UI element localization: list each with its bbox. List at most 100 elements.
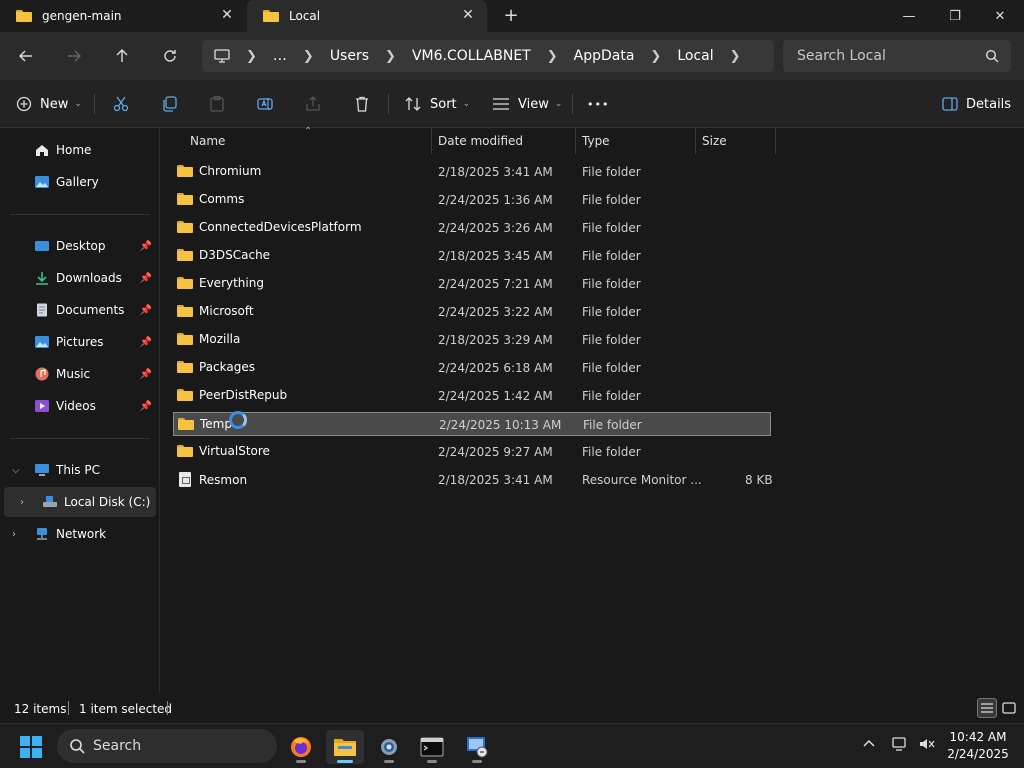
pin-icon[interactable]: 📌 xyxy=(140,273,152,284)
table-row[interactable]: Mozilla 2/18/2025 3:29 AM File folder xyxy=(173,328,771,352)
table-row[interactable]: Packages 2/24/2025 6:18 AM File folder xyxy=(173,356,771,380)
tab-close-icon[interactable]: ✕ xyxy=(220,8,234,22)
tab-gengen-main[interactable]: gengen-main ✕ xyxy=(0,0,246,32)
file-date: 2/18/2025 3:41 AM xyxy=(438,473,553,487)
view-button[interactable]: View ⌄ xyxy=(492,92,562,116)
sidebar-item-music[interactable]: Music 📌 xyxy=(4,359,156,389)
minimize-button[interactable]: — xyxy=(886,0,932,32)
back-button[interactable] xyxy=(14,44,38,68)
sidebar-item-videos[interactable]: Videos 📌 xyxy=(4,391,156,421)
sidebar-item-desktop[interactable]: Desktop 📌 xyxy=(4,231,156,261)
close-button[interactable]: ✕ xyxy=(977,0,1023,32)
breadcrumb-users[interactable]: Users xyxy=(330,48,369,64)
sidebar-item-downloads[interactable]: Downloads 📌 xyxy=(4,263,156,293)
address-bar[interactable]: ❯ … ❯ Users ❯ VM6.COLLABNET ❯ AppData ❯ … xyxy=(202,40,774,72)
table-row[interactable]: Resmon 2/18/2025 3:41 AM Resource Monitor … xyxy=(173,468,773,492)
more-options-button[interactable]: ••• xyxy=(587,92,609,116)
new-button[interactable]: New ⌄ xyxy=(16,92,82,116)
file-date: 2/24/2025 3:26 AM xyxy=(438,221,553,235)
sidebar-item-this-pc[interactable]: ⌵ This PC xyxy=(4,455,156,485)
chevron-right-icon[interactable]: › xyxy=(20,497,32,508)
running-indicator xyxy=(296,760,306,763)
pin-icon[interactable]: 📌 xyxy=(140,337,152,348)
taskbar-file-explorer[interactable] xyxy=(326,730,364,764)
details-button[interactable]: Details xyxy=(942,92,1011,116)
chevron-right-icon[interactable]: ❯ xyxy=(730,49,741,64)
pin-icon[interactable]: 📌 xyxy=(140,241,152,252)
breadcrumb-overflow[interactable]: … xyxy=(273,48,287,64)
pin-icon[interactable]: 📌 xyxy=(140,401,152,412)
column-header-name[interactable]: Name xyxy=(184,128,432,154)
delete-button[interactable] xyxy=(353,92,371,116)
volume-button[interactable] xyxy=(918,736,936,756)
breadcrumb-local[interactable]: Local xyxy=(677,48,713,64)
tab-close-icon[interactable]: ✕ xyxy=(461,8,475,22)
monitor-icon xyxy=(214,49,230,63)
table-row[interactable]: Chromium 2/18/2025 3:41 AM File folder xyxy=(173,160,771,184)
table-row[interactable]: Everything 2/24/2025 7:21 AM File folder xyxy=(173,272,771,296)
table-row[interactable]: ConnectedDevicesPlatform 2/24/2025 3:26 A… xyxy=(173,216,771,240)
new-tab-button[interactable]: + xyxy=(500,6,522,26)
column-header-date[interactable]: Date modified xyxy=(432,128,576,154)
taskbar-settings[interactable] xyxy=(370,730,408,764)
taskbar-firefox[interactable] xyxy=(282,730,320,764)
maximize-button[interactable]: ❐ xyxy=(932,0,978,32)
table-row[interactable]: D3DSCache 2/18/2025 3:45 AM File folder xyxy=(173,244,771,268)
network-status-button[interactable] xyxy=(892,736,910,756)
title-bar: gengen-main ✕ Local ✕ + — ❐ ✕ xyxy=(0,0,1024,32)
column-header-size[interactable]: Size xyxy=(696,128,776,154)
taskbar-resource-monitor[interactable] xyxy=(458,730,496,764)
cut-button[interactable] xyxy=(112,92,130,116)
breadcrumb-vm6[interactable]: VM6.COLLABNET xyxy=(412,48,531,64)
start-button[interactable] xyxy=(12,730,50,764)
running-indicator xyxy=(384,760,394,763)
taskbar-terminal[interactable] xyxy=(413,730,451,764)
folder-icon xyxy=(263,10,279,22)
table-row[interactable]: VirtualStore 2/24/2025 9:27 AM File folder xyxy=(173,440,771,464)
details-view-button[interactable] xyxy=(977,698,997,718)
table-row[interactable]: Temp 2/24/2025 10:13 AM File folder xyxy=(173,411,771,436)
pin-icon[interactable]: 📌 xyxy=(140,305,152,316)
file-date: 2/24/2025 1:42 AM xyxy=(438,389,553,403)
tab-local[interactable]: Local ✕ xyxy=(247,0,487,32)
sidebar-item-label: Local Disk (C:) xyxy=(64,495,151,509)
system-clock[interactable]: 10:42 AM 2/24/2025 xyxy=(946,729,1010,763)
up-button[interactable] xyxy=(110,44,134,68)
taskbar-search[interactable]: Search xyxy=(57,729,277,763)
chevron-right-icon: ❯ xyxy=(246,48,257,64)
sidebar-item-home[interactable]: Home xyxy=(4,135,156,165)
copy-button[interactable] xyxy=(161,92,179,116)
forward-button[interactable] xyxy=(62,44,86,68)
table-row[interactable]: Comms 2/24/2025 1:36 AM File folder xyxy=(173,188,771,212)
file-date: 2/24/2025 1:36 AM xyxy=(438,193,553,207)
table-row[interactable]: Microsoft 2/24/2025 3:22 AM File folder xyxy=(173,300,771,324)
column-header-label: Type xyxy=(582,134,610,148)
search-input[interactable]: Search Local xyxy=(783,40,1011,72)
rename-button[interactable] xyxy=(256,92,274,116)
sidebar-item-gallery[interactable]: Gallery xyxy=(4,167,156,197)
refresh-button[interactable] xyxy=(158,44,182,68)
windows-logo-icon xyxy=(20,736,42,758)
sort-button[interactable]: Sort ⌄ xyxy=(404,92,470,116)
breadcrumb-appdata[interactable]: AppData xyxy=(574,48,635,64)
clipboard-icon xyxy=(210,95,224,112)
divider xyxy=(68,701,69,715)
chevron-right-icon[interactable]: › xyxy=(12,529,24,540)
tiles-view-button[interactable] xyxy=(999,698,1019,718)
file-explorer-icon xyxy=(334,739,356,756)
chevron-down-icon: ⌄ xyxy=(554,99,563,109)
column-header-type[interactable]: Type xyxy=(576,128,696,154)
sidebar-item-label: Videos xyxy=(56,399,96,413)
item-count: 12 items xyxy=(14,702,67,716)
sidebar-item-network[interactable]: › Network xyxy=(4,519,156,549)
sidebar-item-pictures[interactable]: Pictures 📌 xyxy=(4,327,156,357)
chevron-down-icon[interactable]: ⌵ xyxy=(12,465,24,476)
share-button[interactable] xyxy=(304,92,322,116)
file-name-cell: ConnectedDevicesPlatform xyxy=(177,220,362,234)
sidebar-item-local-disk[interactable]: › Local Disk (C:) xyxy=(4,487,156,517)
table-row[interactable]: PeerDistRepub 2/24/2025 1:42 AM File folde… xyxy=(173,384,771,408)
paste-button[interactable] xyxy=(208,92,226,116)
sidebar-item-documents[interactable]: Documents 📌 xyxy=(4,295,156,325)
pin-icon[interactable]: 📌 xyxy=(140,369,152,380)
show-hidden-icons-button[interactable] xyxy=(862,736,876,754)
